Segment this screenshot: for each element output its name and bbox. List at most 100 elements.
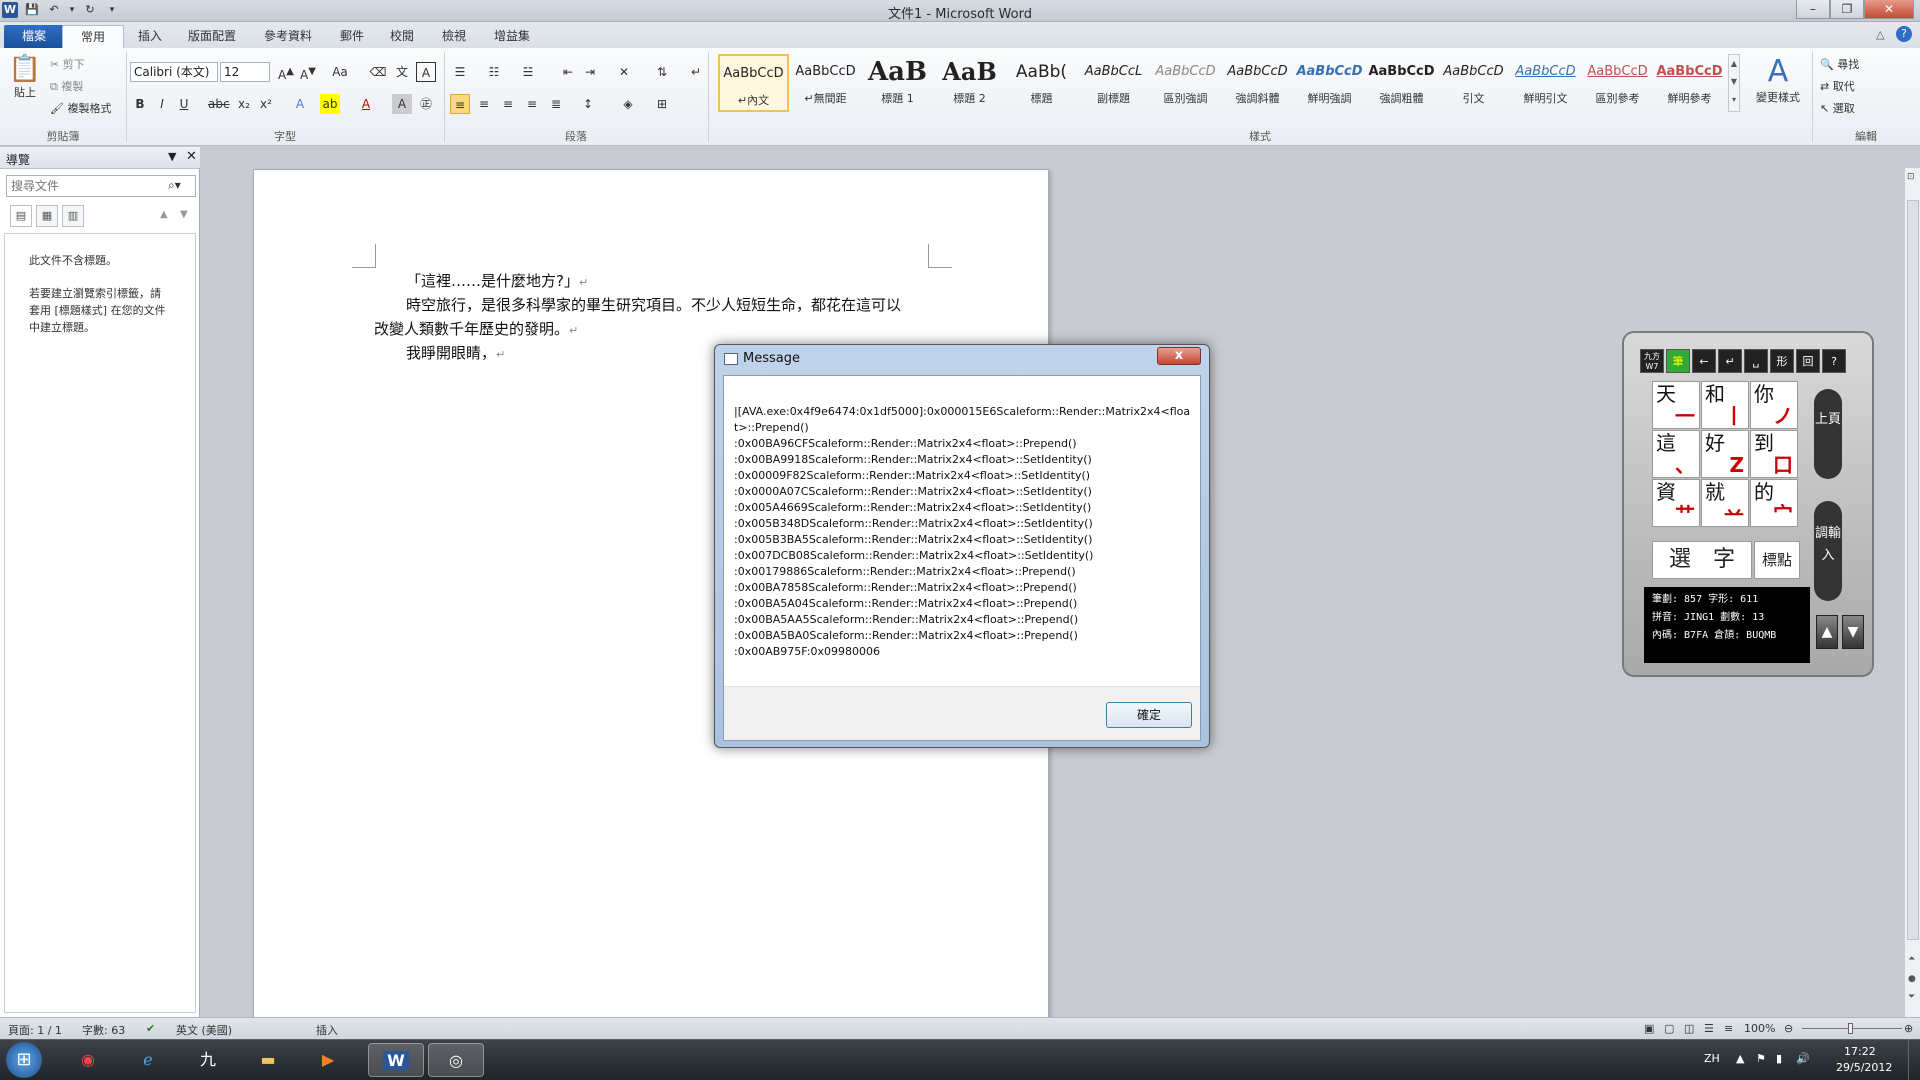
borders-icon[interactable]: ⊞	[652, 94, 672, 114]
text-effects-icon[interactable]: A	[290, 94, 310, 114]
ime-back-button[interactable]: ←	[1692, 349, 1716, 373]
dialog-close-button[interactable]: x	[1157, 347, 1201, 365]
replace-button[interactable]: ⇄ 取代	[1820, 78, 1855, 94]
strikethrough-icon[interactable]: abc	[208, 94, 230, 114]
tab-home[interactable]: 常用	[62, 25, 125, 48]
document-line[interactable]: 改變人類數千年歷史的發明。↵	[374, 318, 578, 339]
find-button[interactable]: 🔍 尋找	[1820, 56, 1859, 72]
full-screen-icon[interactable]: ▢	[1664, 1022, 1674, 1035]
style-strong[interactable]: AaBbCcD 強調粗體	[1366, 54, 1437, 112]
restore-button[interactable]: ❐	[1830, 0, 1864, 19]
superscript-icon[interactable]: x²	[256, 94, 276, 114]
ime-help-button[interactable]: ?	[1822, 349, 1846, 373]
tab-addins[interactable]: 增益集	[476, 25, 548, 48]
scroll-thumb[interactable]	[1907, 200, 1919, 940]
ime-shape-button[interactable]: 形	[1770, 349, 1794, 373]
distributed-icon[interactable]: ≣	[546, 94, 566, 114]
page-count[interactable]: 頁面: 1 / 1	[8, 1022, 62, 1038]
tab-view[interactable]: 檢視	[424, 25, 484, 48]
zoom-out-icon[interactable]: ⊖	[1784, 1022, 1793, 1035]
ime-enter-button[interactable]: ↵	[1718, 349, 1742, 373]
align-right-icon[interactable]: ≡	[498, 94, 518, 114]
action-center-icon[interactable]: ⚑	[1756, 1052, 1766, 1065]
chrome-taskbar-button[interactable]: ◉	[60, 1043, 116, 1077]
change-case-icon[interactable]: Aa	[330, 62, 350, 82]
document-line[interactable]: 「這裡……是什麼地方?」↵	[406, 270, 588, 291]
minimize-ribbon-icon[interactable]: △	[1876, 28, 1884, 41]
close-window-button[interactable]: ✕	[1864, 0, 1914, 19]
word-count[interactable]: 字數: 63	[82, 1022, 125, 1038]
select-button[interactable]: ↖ 選取	[1820, 100, 1855, 116]
copy-button[interactable]: ⧉ 複製	[50, 78, 83, 94]
tab-references[interactable]: 參考資料	[246, 25, 330, 48]
ok-button[interactable]: 確定	[1106, 702, 1192, 728]
shrink-font-icon[interactable]: A▼	[298, 62, 318, 82]
next-page-icon[interactable]: ⏷	[1908, 992, 1915, 1002]
decrease-indent-icon[interactable]: ⇤	[558, 62, 578, 82]
browse-results-icon[interactable]: ▥	[62, 205, 84, 227]
style-intense-quote[interactable]: AaBbCcD 鮮明引文	[1510, 54, 1581, 112]
ime-taskbar-button[interactable]: 九	[180, 1043, 236, 1077]
style-no-spacing[interactable]: AaBbCcD ↵無間距	[790, 54, 861, 112]
enclose-char-icon[interactable]: ㊣	[416, 94, 436, 114]
tab-review[interactable]: 校閱	[372, 25, 432, 48]
highlight-icon[interactable]: ab	[320, 94, 340, 114]
style-heading-2[interactable]: AaB 標題 2	[934, 54, 1005, 112]
align-center-icon[interactable]: ≡	[474, 94, 494, 114]
nav-next-icon[interactable]: ▼	[180, 209, 188, 220]
clear-format-icon[interactable]: ⌫	[368, 62, 388, 82]
ime-punctuation-button[interactable]: 標點	[1754, 541, 1800, 579]
show-desktop-button[interactable]	[1908, 1040, 1920, 1080]
multilevel-list-icon[interactable]: ☱	[518, 62, 538, 82]
phonetic-guide-icon[interactable]: 文	[392, 62, 412, 82]
style-heading-1[interactable]: AaB 標題 1	[862, 54, 933, 112]
ruler-toggle-icon[interactable]: ⊡	[1907, 172, 1915, 182]
style-title[interactable]: AaBb( 標題	[1006, 54, 1077, 112]
ime-stroke-button[interactable]: 筆	[1666, 349, 1690, 373]
ime-candidate-cell[interactable]: 和丨	[1701, 381, 1749, 429]
show-marks-icon[interactable]: ↵	[686, 62, 706, 82]
browse-pages-icon[interactable]: ▦	[36, 205, 58, 227]
ime-logo-button[interactable]: 九方W7	[1640, 349, 1664, 373]
style-intense-emphasis[interactable]: AaBbCcD 鮮明強調	[1294, 54, 1365, 112]
network-icon[interactable]: ▮	[1776, 1052, 1782, 1065]
proofing-icon[interactable]: ✔	[146, 1022, 155, 1035]
ime-candidate-cell[interactable]: 天一	[1652, 381, 1700, 429]
ime-down-icon[interactable]: ▼	[1842, 615, 1864, 649]
media-player-taskbar-button[interactable]: ▶	[300, 1043, 356, 1077]
style-subtle-reference[interactable]: AaBbCcD 區別參考	[1582, 54, 1653, 112]
line-spacing-icon[interactable]: ↕	[578, 94, 598, 114]
char-border-icon[interactable]: A	[416, 62, 436, 82]
style-quote[interactable]: AaBbCcD 引文	[1438, 54, 1509, 112]
help-icon[interactable]: ?	[1896, 26, 1912, 42]
italic-icon[interactable]: I	[152, 94, 172, 114]
grow-font-icon[interactable]: A▲	[276, 62, 296, 82]
increase-indent-icon[interactable]: ⇥	[580, 62, 600, 82]
search-icon[interactable]: ⌕▾	[168, 178, 181, 193]
tab-file[interactable]: 檔案	[4, 25, 65, 48]
insert-mode[interactable]: 插入	[316, 1022, 338, 1038]
ime-select-char-button[interactable]: 選 字	[1652, 541, 1752, 579]
bold-icon[interactable]: B	[130, 94, 150, 114]
style-emphasis[interactable]: AaBbCcD 強調斜體	[1222, 54, 1293, 112]
font-color-icon[interactable]: A	[356, 94, 376, 114]
language-indicator[interactable]: ZH	[1704, 1052, 1720, 1065]
browse-headings-icon[interactable]: ▤	[10, 205, 32, 227]
nav-prev-icon[interactable]: ▲	[160, 209, 168, 220]
zoom-slider-thumb[interactable]	[1848, 1023, 1853, 1034]
explorer-taskbar-button[interactable]: ▬	[240, 1043, 296, 1077]
ime-space-button[interactable]: ␣	[1744, 349, 1768, 373]
paste-button[interactable]: 📋 貼上	[8, 54, 42, 100]
shading-icon[interactable]: ◈	[618, 94, 638, 114]
tab-layout[interactable]: 版面配置	[170, 25, 254, 48]
styles-scroll-icon[interactable]: ▲ ▼ ▾	[1728, 54, 1740, 112]
start-button[interactable]: ⊞	[6, 1042, 42, 1078]
language-status[interactable]: 英文 (美國)	[176, 1022, 232, 1038]
document-line[interactable]: 我睜開眼睛，↵	[406, 342, 505, 363]
vertical-scrollbar[interactable]: ⊡ ⏶ ● ⏷	[1904, 168, 1920, 1017]
print-layout-icon[interactable]: ▣	[1644, 1022, 1654, 1035]
ime-candidate-cell[interactable]: 好Z	[1701, 430, 1749, 478]
underline-icon[interactable]: U	[174, 94, 194, 114]
style-subtitle[interactable]: AaBbCcL 副標題	[1078, 54, 1149, 112]
ime-up-icon[interactable]: ▲	[1816, 615, 1838, 649]
